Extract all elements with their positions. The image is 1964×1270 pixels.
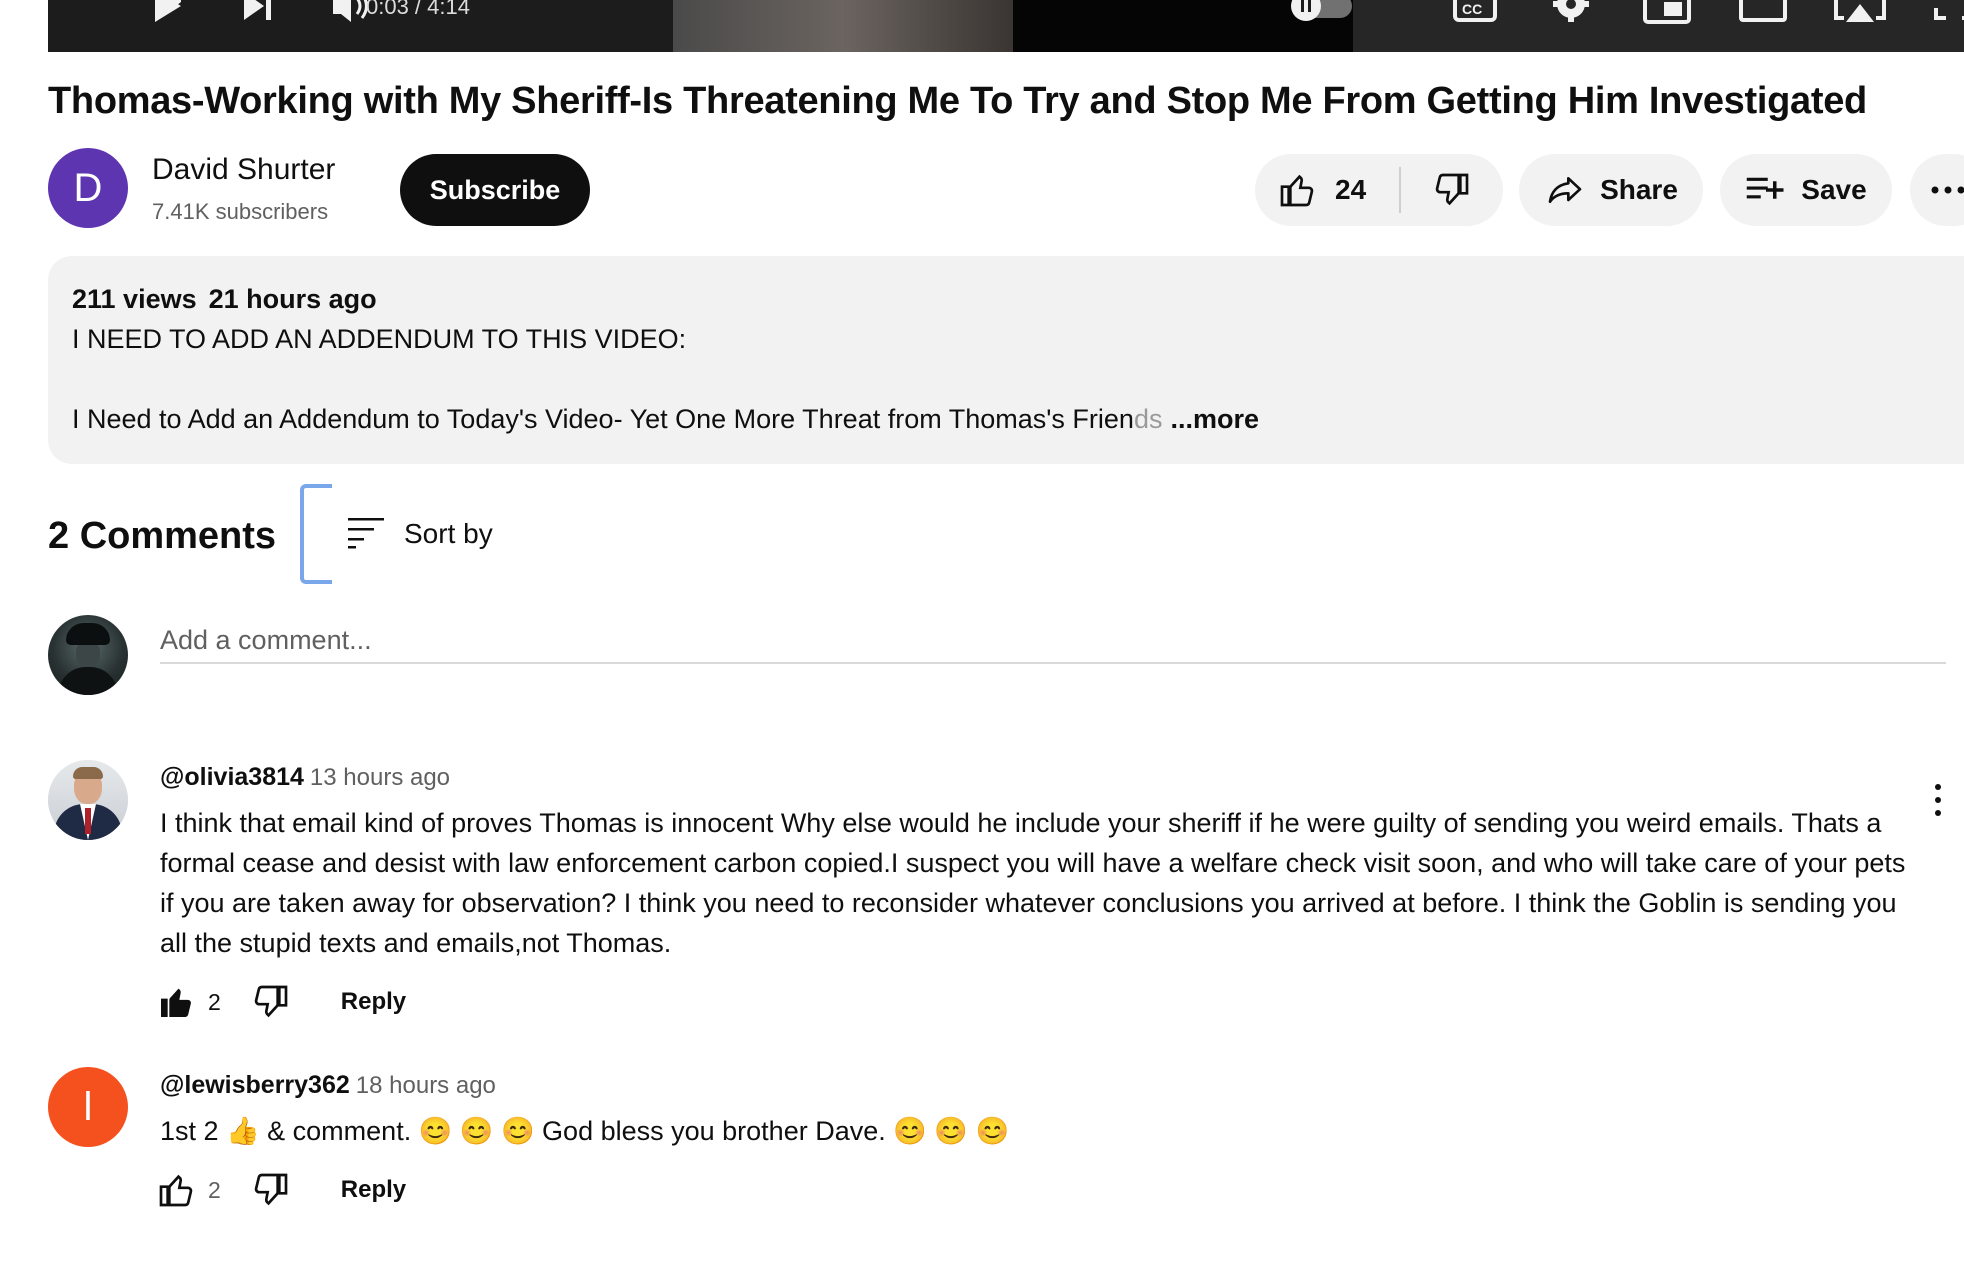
comment-time[interactable]: 13 hours ago [310, 764, 450, 791]
save-button[interactable]: Save [1720, 154, 1892, 226]
like-button[interactable]: 24 [1255, 154, 1399, 226]
share-arrow-icon [1548, 177, 1582, 203]
description-meta: 211 views 21 hours ago [72, 284, 377, 315]
more-actions-button[interactable] [1910, 154, 1964, 226]
comment-actions: 2 Reply [156, 1170, 406, 1210]
autoplay-toggle[interactable] [1286, 0, 1356, 30]
description-text-faded: ds [1133, 404, 1163, 434]
subscribe-button[interactable]: Subscribe [400, 154, 590, 226]
theater-mode-icon[interactable] [1738, 0, 1788, 30]
subscriber-count: 7.41K subscribers [152, 199, 329, 224]
add-comment-input[interactable] [160, 618, 1946, 664]
comments-count: 2 Comments [48, 515, 277, 557]
channel-avatar-letter: D [73, 165, 103, 210]
share-label: Share [1600, 174, 1678, 205]
description-text: I Need to Add an Addendum to Today's Vid… [72, 404, 1134, 434]
sort-by-button[interactable]: Sort by [404, 518, 493, 550]
comment-actions: 2 Reply [156, 982, 406, 1022]
video-player[interactable]: 0:03 / 4:14 CC [48, 0, 1964, 52]
reply-button[interactable]: Reply [341, 1176, 406, 1204]
airplay-icon[interactable] [1832, 0, 1888, 30]
like-count: 24 [1335, 174, 1367, 205]
view-count: 211 views [72, 284, 197, 314]
thumbs-down-icon[interactable] [251, 1170, 291, 1210]
captions-icon[interactable]: CC [1450, 0, 1500, 30]
comment-text: 1st 2 👍 & comment. 😊 😊 😊 God bless you b… [160, 1116, 1010, 1146]
channel-name[interactable]: David Shurter [152, 153, 335, 187]
like-dislike-group: 24 [1255, 154, 1503, 226]
comment-author-avatar[interactable] [48, 760, 128, 840]
share-button[interactable]: Share [1519, 154, 1703, 226]
channel-avatar[interactable]: D [48, 148, 128, 228]
reply-button[interactable]: Reply [341, 988, 406, 1016]
description-box[interactable]: 211 views 21 hours ago I NEED TO ADD AN A… [48, 256, 1964, 464]
svg-text:CC: CC [1462, 1, 1482, 17]
save-label: Save [1801, 174, 1867, 205]
comment-menu-icon[interactable] [1928, 780, 1948, 820]
comment-header: @lewisberry362 18 hours ago [160, 1071, 496, 1100]
next-icon[interactable] [238, 0, 278, 30]
fullscreen-icon[interactable] [1932, 0, 1964, 30]
comment-like-count: 2 [208, 988, 221, 1015]
avatar-coat [58, 667, 118, 695]
playback-time: 0:03 / 4:14 [366, 0, 470, 19]
comment-author[interactable]: @lewisberry362 [160, 1071, 350, 1099]
video-frame [673, 0, 1013, 52]
thumbs-down-icon[interactable] [251, 982, 291, 1022]
description-more-link[interactable]: ...more [1170, 404, 1259, 434]
playlist-add-icon [1747, 177, 1784, 199]
thumbs-down-icon [1435, 173, 1469, 206]
comment-text: I think that email kind of proves Thomas… [160, 808, 1906, 958]
avatar-letter: l [83, 1084, 93, 1129]
thumbs-up-icon [1280, 174, 1314, 207]
current-user-avatar [48, 615, 128, 695]
sort-icon[interactable] [346, 516, 386, 555]
comment-time[interactable]: 18 hours ago [356, 1072, 496, 1099]
dislike-button[interactable] [1401, 154, 1503, 226]
description-line: I NEED TO ADD AN ADDENDUM TO THIS VIDEO: [72, 324, 687, 354]
video-title: Thomas-Working with My Sheriff-Is Threat… [48, 80, 1867, 122]
description-line: I Need to Add an Addendum to Today's Vid… [72, 404, 1259, 435]
miniplayer-icon[interactable] [1642, 0, 1692, 30]
focus-ring [300, 484, 332, 584]
avatar-tie [85, 808, 91, 834]
comment-author[interactable]: @olivia3814 [160, 763, 304, 791]
comment-like-count: 2 [208, 1176, 221, 1203]
avatar-hat [66, 623, 110, 645]
more-horizontal-icon [1931, 186, 1964, 194]
thumbs-up-filled-icon[interactable] [156, 982, 196, 1022]
play-icon[interactable] [148, 0, 188, 30]
upload-age: 21 hours ago [208, 284, 377, 314]
settings-gear-icon[interactable] [1548, 0, 1594, 30]
thumbs-up-icon[interactable] [156, 1170, 196, 1210]
avatar-hair [73, 767, 103, 779]
comment-header: @olivia3814 13 hours ago [160, 763, 450, 792]
comment-author-avatar[interactable]: l [48, 1067, 128, 1147]
